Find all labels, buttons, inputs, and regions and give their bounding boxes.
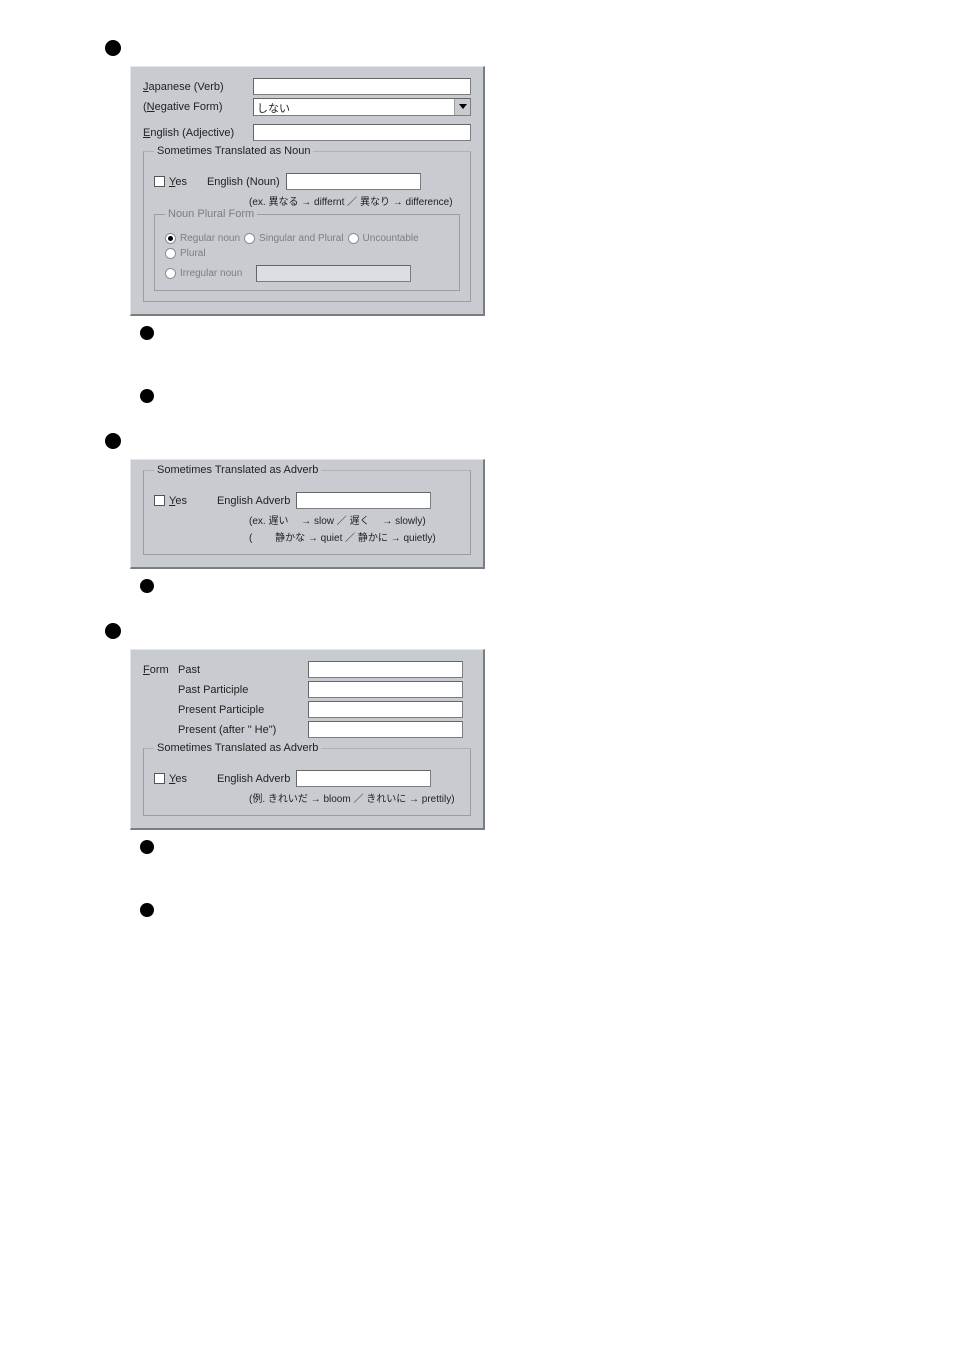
adverb-yes-checkbox-2[interactable]: Yes xyxy=(154,773,187,785)
sub-bullet-1b xyxy=(140,389,894,403)
english-adverb-input-1[interactable] xyxy=(296,492,431,509)
group-noun-plural: Noun Plural Form Regular noun Singular a… xyxy=(154,214,460,291)
section-heading-2 xyxy=(105,433,894,449)
panel-verb-forms: Form Past Past Participle Present Partic… xyxy=(130,649,485,830)
panel-adverb: Sometimes Translated as Adverb Yes Engli… xyxy=(130,459,485,569)
present-participle-label: Present Participle xyxy=(178,704,308,716)
past-label: Past xyxy=(178,664,308,676)
japanese-verb-input[interactable] xyxy=(253,78,471,95)
chevron-down-icon[interactable] xyxy=(454,99,470,115)
negative-form-label: (Negative Form) xyxy=(143,101,253,113)
negative-form-dropdown[interactable]: しない xyxy=(253,98,471,116)
adverb-yes-checkbox-1[interactable]: Yes xyxy=(154,495,187,507)
past-input[interactable] xyxy=(308,661,463,678)
group-adverb-title-1: Sometimes Translated as Adverb xyxy=(154,464,321,476)
bullet-icon xyxy=(140,326,154,340)
section-heading-3 xyxy=(105,623,894,639)
bullet-icon xyxy=(105,433,121,449)
past-participle-label: Past Participle xyxy=(178,684,308,696)
english-adjective-input[interactable] xyxy=(253,124,471,141)
bullet-icon xyxy=(140,389,154,403)
present-participle-input[interactable] xyxy=(308,701,463,718)
bullet-icon xyxy=(105,623,121,639)
section-verb-forms: Form Past Past Participle Present Partic… xyxy=(60,623,894,917)
group-noun: Sometimes Translated as Noun Yes English… xyxy=(143,151,471,302)
radio-regular-noun[interactable]: Regular noun xyxy=(165,233,240,244)
sub-bullet-3b xyxy=(140,903,894,917)
bullet-icon xyxy=(140,579,154,593)
group-noun-title: Sometimes Translated as Noun xyxy=(154,145,313,157)
bullet-icon xyxy=(140,840,154,854)
bullet-icon xyxy=(140,903,154,917)
section-verb-adjective: Japanese (Verb) (Negative Form) しない Engl… xyxy=(60,40,894,403)
section-heading-1 xyxy=(105,40,894,56)
radio-irregular-noun[interactable]: Irregular noun xyxy=(165,268,242,279)
group-adverb-1: Sometimes Translated as Adverb Yes Engli… xyxy=(143,470,471,555)
adverb-example-1: (ex. 遅い → slow ／ 遅く → slowly) xyxy=(249,512,460,527)
sub-bullet-2a xyxy=(140,579,894,593)
noun-example: (ex. 異なる → differnt ／ 異なり → difference) xyxy=(249,193,460,208)
noun-plural-title: Noun Plural Form xyxy=(165,208,257,220)
adverb-example-2: ( 静かな → quiet ／ 静かに → quietly) xyxy=(249,529,460,544)
group-adverb-title-2: Sometimes Translated as Adverb xyxy=(154,742,321,754)
english-adjective-label: English (Adjective) xyxy=(143,127,253,139)
present-he-label: Present (after " He") xyxy=(178,724,308,736)
form-label: Form xyxy=(143,664,178,676)
radio-uncountable[interactable]: Uncountable xyxy=(348,233,419,244)
negative-form-value: しない xyxy=(254,99,454,115)
japanese-verb-label: Japanese (Verb) xyxy=(143,81,253,93)
radio-singular-plural[interactable]: Singular and Plural xyxy=(244,233,344,244)
bullet-icon xyxy=(105,40,121,56)
noun-yes-checkbox[interactable]: Yes xyxy=(154,176,187,188)
past-participle-input[interactable] xyxy=(308,681,463,698)
present-he-input[interactable] xyxy=(308,721,463,738)
english-adverb-label-1: English Adverb xyxy=(217,495,290,507)
english-noun-input[interactable] xyxy=(286,173,421,190)
section-adverb: Sometimes Translated as Adverb Yes Engli… xyxy=(60,433,894,593)
group-adverb-2: Sometimes Translated as Adverb Yes Engli… xyxy=(143,748,471,816)
english-adverb-label-2: English Adverb xyxy=(217,773,290,785)
sub-bullet-3a xyxy=(140,840,894,854)
radio-plural[interactable]: Plural xyxy=(165,248,206,259)
english-noun-label: English (Noun) xyxy=(207,176,280,188)
panel-verb-adjective: Japanese (Verb) (Negative Form) しない Engl… xyxy=(130,66,485,316)
adverb-example-3: (例. きれいだ → bloom ／ きれいに → prettily) xyxy=(249,790,460,805)
english-adverb-input-2[interactable] xyxy=(296,770,431,787)
sub-bullet-1a xyxy=(140,326,894,340)
irregular-noun-input[interactable] xyxy=(256,265,411,282)
